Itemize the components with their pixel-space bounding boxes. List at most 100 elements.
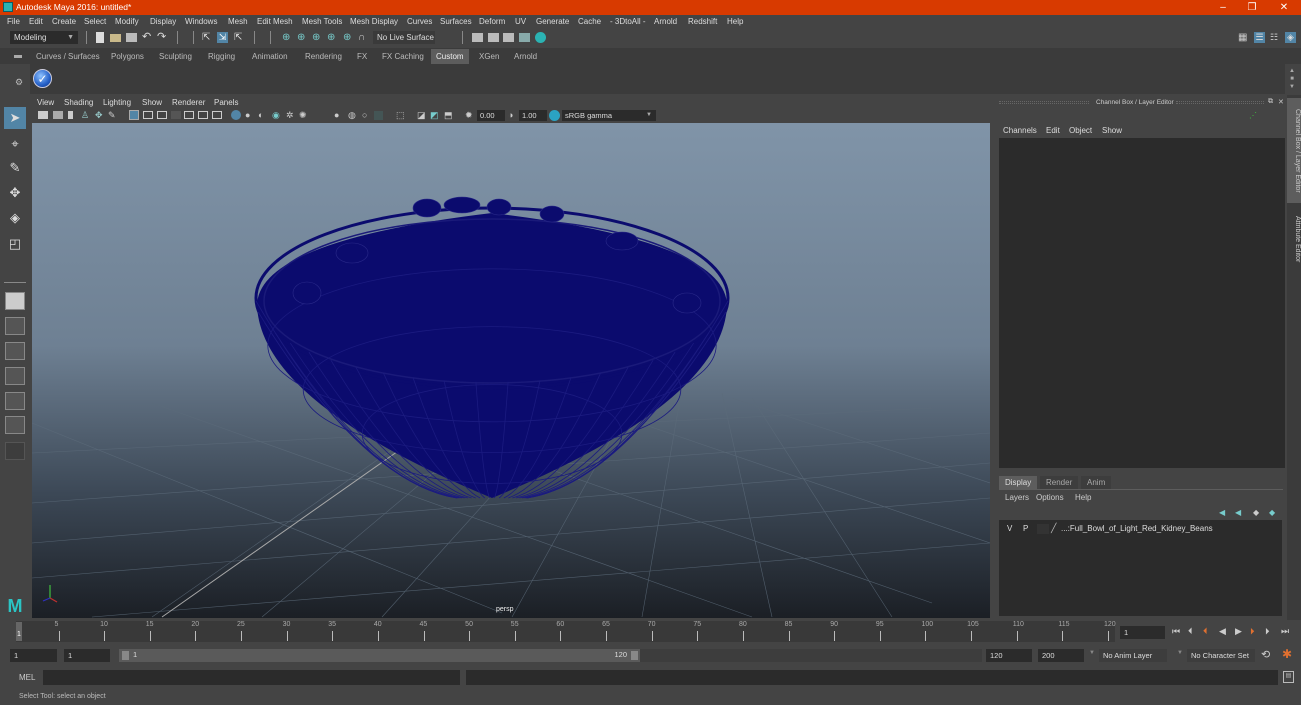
range-end-handle[interactable]: [631, 651, 638, 660]
layer-tab-render[interactable]: Render: [1040, 476, 1079, 489]
menu-file[interactable]: File: [7, 17, 20, 26]
outliner-persp-layout-icon[interactable]: [5, 392, 25, 410]
cb-menu-edit[interactable]: Edit: [1046, 126, 1060, 135]
render-current-icon[interactable]: [488, 33, 499, 42]
shelf-tab-polygons[interactable]: Polygons: [106, 49, 149, 64]
open-scene-icon[interactable]: [110, 34, 121, 42]
viewport-menu-lighting[interactable]: Lighting: [103, 98, 131, 107]
depth-of-field-icon[interactable]: [374, 111, 383, 120]
select-tool-icon[interactable]: ➤: [4, 107, 26, 129]
menu-uv[interactable]: UV: [515, 17, 526, 26]
menu-help[interactable]: Help: [727, 17, 743, 26]
tool-settings-toggle-icon[interactable]: ☷: [1270, 32, 1281, 43]
snap-point-icon[interactable]: ⊕: [312, 32, 323, 43]
range-start-handle[interactable]: [122, 651, 129, 660]
gate-mask-icon[interactable]: [171, 111, 181, 119]
playback-end-field[interactable]: 120: [986, 649, 1032, 662]
two-pane-side-layout-icon[interactable]: [5, 342, 25, 360]
menu-edit[interactable]: Edit: [29, 17, 43, 26]
panel-grip[interactable]: [999, 101, 1089, 104]
channel-list[interactable]: [999, 138, 1285, 468]
menu-select[interactable]: Select: [84, 17, 106, 26]
layer-menu-options[interactable]: Options: [1036, 493, 1064, 502]
menu-create[interactable]: Create: [52, 17, 76, 26]
layer-playback-toggle[interactable]: P: [1023, 524, 1028, 533]
scene-end-field[interactable]: 200: [1038, 649, 1084, 662]
menu-mesh-display[interactable]: Mesh Display: [350, 17, 398, 26]
current-frame-field[interactable]: 1: [1120, 626, 1165, 639]
use-all-lights-icon[interactable]: ◐: [258, 110, 263, 120]
command-language-label[interactable]: MEL: [19, 673, 35, 682]
xray-icon[interactable]: ◪: [417, 110, 426, 121]
menu-mesh[interactable]: Mesh: [228, 17, 248, 26]
viewport-menu-renderer[interactable]: Renderer: [172, 98, 205, 107]
move-layer-up-icon[interactable]: ◀: [1219, 508, 1225, 517]
workspace-dropdown[interactable]: Modeling ▼: [10, 31, 78, 44]
select-component-icon[interactable]: ⇱: [234, 32, 245, 43]
xray-joints-icon[interactable]: ◩: [430, 110, 439, 121]
anti-aliasing-icon[interactable]: ○: [362, 110, 367, 120]
resolution-gate-icon[interactable]: [157, 111, 167, 119]
grease-pencil-icon[interactable]: ✎: [108, 110, 116, 121]
hypershade-icon[interactable]: [535, 32, 546, 43]
layer-menu-layers[interactable]: Layers: [1005, 493, 1029, 502]
menu-curves[interactable]: Curves: [407, 17, 432, 26]
layer-tab-anim[interactable]: Anim: [1081, 476, 1112, 489]
range-slider[interactable]: 1 120: [119, 649, 640, 662]
film-gate-icon[interactable]: [143, 111, 153, 119]
safe-action-icon[interactable]: [198, 111, 208, 119]
camera-icon[interactable]: [38, 111, 48, 119]
scale-tool-icon[interactable]: ◰: [4, 233, 26, 255]
shelf-tab-arnold[interactable]: Arnold: [509, 49, 543, 64]
isolate-select-icon[interactable]: ⬚: [396, 110, 405, 121]
side-tab-attribute-editor[interactable]: Attribute Editor: [1287, 208, 1301, 270]
snap-view-plane-icon[interactable]: ⊕: [327, 32, 338, 43]
menu-3dtoall[interactable]: - 3DtoAll -: [610, 17, 646, 26]
undo-icon[interactable]: ↶: [142, 32, 153, 43]
shelf-tab-xgen[interactable]: XGen: [474, 49, 505, 64]
render-settings-icon[interactable]: [519, 33, 530, 42]
menu-surfaces[interactable]: Surfaces: [440, 17, 472, 26]
close-button[interactable]: ✕: [1274, 1, 1294, 14]
custom-layout-icon[interactable]: [5, 442, 25, 460]
layer-row[interactable]: V P ╱ ...:Full_Bowl_of_Light_Red_Kidney_…: [1001, 523, 1280, 536]
attribute-editor-toggle-icon[interactable]: ☰: [1254, 32, 1265, 43]
layer-menu-help[interactable]: Help: [1075, 493, 1091, 502]
play-forward-icon[interactable]: ▶: [1235, 626, 1242, 637]
live-surface-field[interactable]: No Live Surface: [373, 31, 435, 44]
cb-menu-show[interactable]: Show: [1102, 126, 1122, 135]
step-back-key-icon[interactable]: ⏴: [1203, 626, 1208, 637]
menu-windows[interactable]: Windows: [185, 17, 217, 26]
shelf-tab-sculpting[interactable]: Sculpting: [154, 49, 197, 64]
ipr-render-icon[interactable]: [503, 33, 514, 42]
anim-layer-dropdown[interactable]: No Anim Layer: [1099, 649, 1167, 662]
minimize-button[interactable]: –: [1213, 1, 1233, 14]
go-to-start-icon[interactable]: ⏮: [1172, 626, 1180, 637]
checkmark-shelf-icon[interactable]: ✓: [33, 69, 52, 88]
move-tool-icon[interactable]: ✥: [4, 182, 26, 204]
new-empty-layer-icon[interactable]: ◆: [1253, 508, 1259, 517]
range-slider-track[interactable]: [640, 649, 982, 662]
playback-start-field[interactable]: 1: [64, 649, 110, 662]
paint-select-tool-icon[interactable]: ✎: [4, 157, 26, 179]
cb-menu-channels[interactable]: Channels: [1003, 126, 1037, 135]
viewport-menu-view[interactable]: View: [37, 98, 54, 107]
layer-name[interactable]: ...:Full_Bowl_of_Light_Red_Kidney_Beans: [1061, 524, 1213, 533]
shelf-tab-animation[interactable]: Animation: [247, 49, 293, 64]
layer-type-toggle[interactable]: [1037, 524, 1049, 534]
save-scene-icon[interactable]: [126, 33, 137, 42]
two-pane-stacked-layout-icon[interactable]: [5, 367, 25, 385]
snap-surface-icon[interactable]: ⊕: [343, 32, 354, 43]
new-scene-icon[interactable]: [96, 32, 104, 43]
character-set-dropdown[interactable]: No Character Set: [1187, 649, 1255, 662]
shelf-menu-icon[interactable]: [14, 55, 22, 58]
timeline-track[interactable]: 5 10 15 20 25 30 35 40 45 50 55 60 65 70 75 80 85 90 95 100…: [16, 621, 1116, 642]
wireframe-icon[interactable]: [231, 110, 241, 120]
shelf-tab-fx[interactable]: FX: [352, 49, 373, 64]
camera-attributes-icon[interactable]: [53, 111, 63, 119]
shelf-tab-rendering[interactable]: Rendering: [300, 49, 347, 64]
motion-blur-icon[interactable]: ◍: [348, 110, 356, 121]
play-backward-icon[interactable]: ◀: [1219, 626, 1226, 637]
shelf-tab-rigging[interactable]: Rigging: [203, 49, 241, 64]
grid-toggle-icon[interactable]: [129, 110, 139, 120]
